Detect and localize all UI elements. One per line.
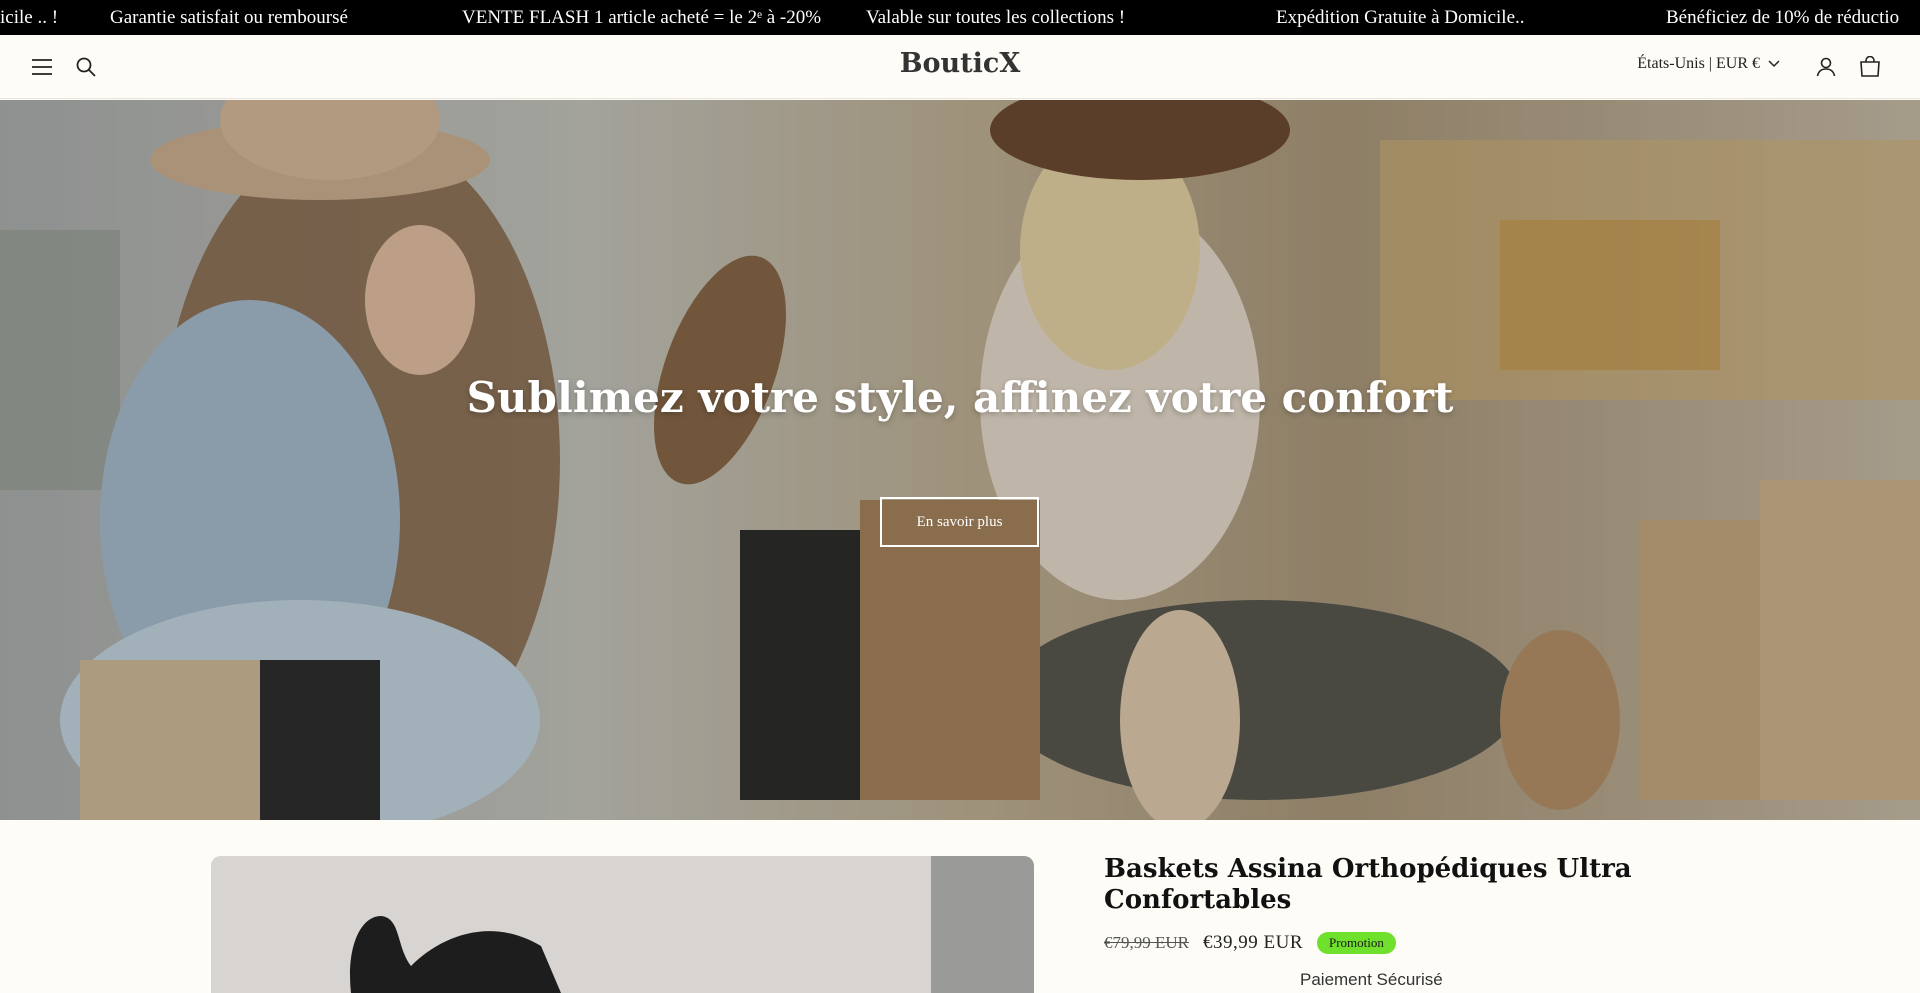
- account-icon[interactable]: [1812, 53, 1840, 81]
- announcement-item: Bénéficiez de 10% de réductio: [1666, 7, 1900, 28]
- announcement-item: Garantie satisfait ou remboursé: [110, 7, 348, 28]
- announcement-item: VENTE FLASH 1 article acheté = le 2ᵉ à -…: [462, 7, 822, 28]
- announcement-bar: icile .. ! Garantie satisfait ou rembour…: [0, 0, 1920, 35]
- promotion-badge: Promotion: [1317, 932, 1396, 954]
- hero-learn-more-button[interactable]: En savoir plus: [880, 497, 1039, 547]
- announcement-item: Expédition Gratuite à Domicile..: [1276, 7, 1525, 28]
- product-title: Baskets Assina Orthopédiques Ultra Confo…: [1104, 854, 1632, 915]
- site-header: BouticX États-Unis | EUR €: [0, 35, 1920, 99]
- price-row: €79,99 EUR €39,99 EUR Promotion: [1104, 932, 1396, 954]
- hero-image: [0, 100, 1920, 820]
- product-image[interactable]: [211, 856, 1034, 993]
- old-price: €79,99 EUR: [1104, 933, 1189, 952]
- site-logo[interactable]: BouticX: [0, 48, 1920, 79]
- announcement-item: Valable sur toutes les collections !: [866, 7, 1126, 28]
- cart-icon[interactable]: [1856, 53, 1884, 81]
- secure-payment-label: Paiement Sécurisé: [1300, 970, 1443, 989]
- hero-banner: Sublimez votre style, affinez votre conf…: [0, 100, 1920, 820]
- chevron-down-icon: [1768, 55, 1780, 73]
- hero-title: Sublimez votre style, affinez votre conf…: [466, 373, 1454, 422]
- country-currency-label: États-Unis | EUR €: [1637, 55, 1760, 72]
- announcement-item: icile .. !: [0, 7, 59, 28]
- country-currency-selector[interactable]: États-Unis | EUR €: [1637, 55, 1780, 73]
- sneaker-image: [211, 856, 1034, 993]
- sale-price: €39,99 EUR: [1203, 932, 1303, 953]
